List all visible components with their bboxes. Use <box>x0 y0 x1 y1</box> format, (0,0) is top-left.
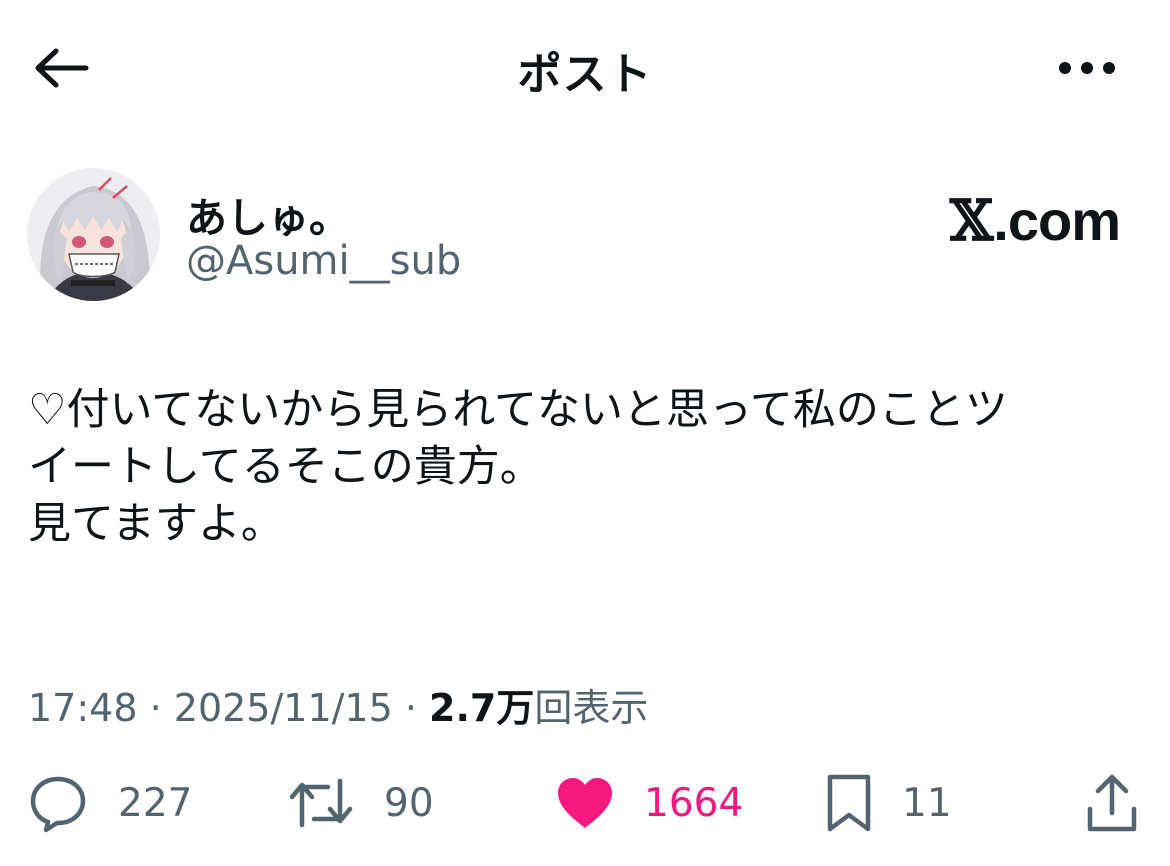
action-bar: 227 90 1664 11 <box>0 768 1170 838</box>
heart-icon <box>558 778 612 828</box>
reply-count: 227 <box>118 780 193 826</box>
share-button[interactable] <box>1086 768 1138 838</box>
top-bar: ポスト <box>0 0 1170 130</box>
author-handle[interactable]: @Asumi__sub <box>186 238 461 284</box>
repost-button[interactable]: 90 <box>288 768 434 838</box>
like-button[interactable]: 1664 <box>556 768 743 838</box>
reply-button[interactable]: 227 <box>28 768 192 838</box>
avatar-image <box>27 168 160 301</box>
x-mark: 𝕏 <box>949 188 994 254</box>
bookmark-button[interactable]: 11 <box>826 768 952 838</box>
views-label: 回表示 <box>534 686 649 730</box>
views-count[interactable]: 2.7万 <box>429 686 534 730</box>
post-text-line: イートしてるそこの貴方。 <box>28 442 543 492</box>
x-domain: .com <box>993 189 1121 252</box>
page-title: ポスト <box>517 49 653 100</box>
reply-icon <box>30 776 86 833</box>
more-horizontal-icon <box>1059 62 1115 74</box>
share-icon <box>1087 774 1137 832</box>
meta-separator: · <box>137 686 174 730</box>
meta-separator: · <box>392 686 430 730</box>
post-date[interactable]: 2025/11/15 <box>174 686 393 730</box>
repost-icon <box>289 778 353 828</box>
x-logo: 𝕏.com <box>949 188 1121 254</box>
like-count: 1664 <box>644 780 744 826</box>
post-time[interactable]: 17:48 <box>28 686 138 730</box>
more-options-button[interactable] <box>1054 50 1120 86</box>
post-meta: 17:48 · 2025/11/15 · 2.7万回表示 <box>28 677 648 732</box>
post-text: ♡付いてないから見られてないと思って私のことツ イートしてるそこの貴方。 見てま… <box>28 382 1138 553</box>
bookmark-icon <box>827 774 871 832</box>
post-text-line: 見てますよ。 <box>28 499 284 549</box>
bookmark-count: 11 <box>902 780 952 826</box>
post-text-line: ♡付いてないから見られてないと思って私のことツ <box>28 385 1008 435</box>
avatar[interactable] <box>27 168 160 301</box>
author-name[interactable]: あしゅ。 <box>186 184 350 244</box>
repost-count: 90 <box>384 780 434 826</box>
